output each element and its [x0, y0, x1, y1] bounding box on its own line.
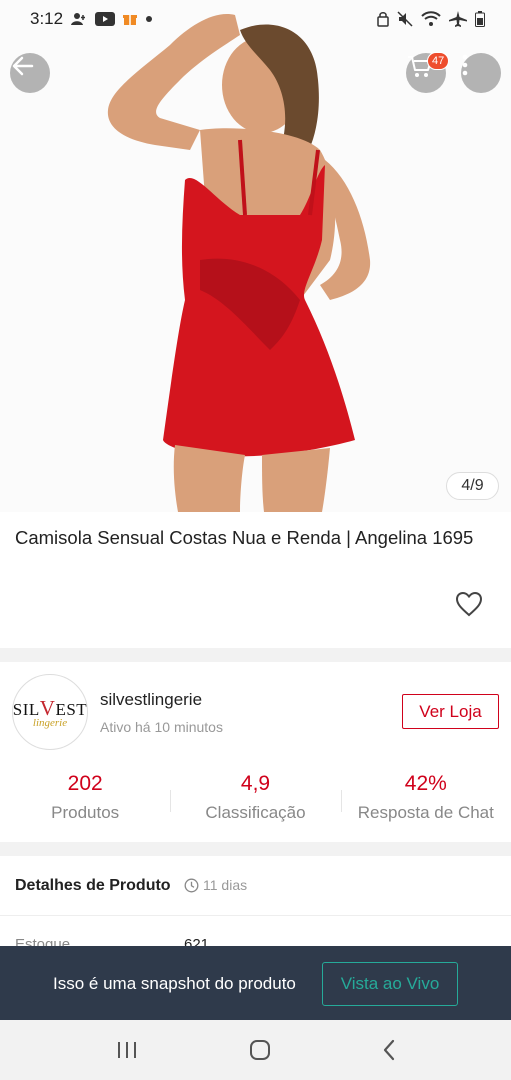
- snapshot-banner: Isso é uma snapshot do produto Vista ao …: [0, 946, 511, 1020]
- status-bar: 3:12: [0, 0, 511, 38]
- stat-value: 42%: [404, 772, 447, 795]
- airplane-icon: [449, 11, 467, 27]
- details-time: 11 dias: [184, 877, 247, 893]
- status-time: 3:12: [30, 9, 64, 28]
- more-vertical-icon: [462, 54, 468, 76]
- stat-label: Resposta de Chat: [357, 803, 494, 822]
- shop-name[interactable]: silvestlingerie: [100, 690, 202, 710]
- dot-icon: [146, 16, 153, 22]
- stat-rating[interactable]: 4,9 Classificação: [170, 770, 340, 830]
- battery-icon: [475, 11, 485, 27]
- image-counter: 4/9: [446, 472, 499, 500]
- mute-icon: [397, 11, 413, 27]
- details-time-text: 11 dias: [203, 877, 248, 893]
- shop-logo[interactable]: SILVEST lingerie: [12, 674, 88, 750]
- stat-chat-response[interactable]: 42% Resposta de Chat: [340, 770, 511, 830]
- stat-label: Classificação: [205, 803, 306, 822]
- divider: [0, 915, 511, 916]
- heart-icon[interactable]: [455, 591, 483, 617]
- view-live-button[interactable]: Vista ao Vivo: [322, 962, 458, 1006]
- youtube-icon: [95, 12, 116, 26]
- shop-logo-subtext: lingerie: [32, 716, 68, 729]
- shop-status: Ativo há 10 minutos: [100, 719, 223, 735]
- more-options-button[interactable]: [461, 53, 501, 93]
- clock-icon: [184, 878, 199, 892]
- shop-section: SILVEST lingerie silvestlingerie Ativo h…: [0, 662, 511, 842]
- stat-value: 202: [67, 772, 103, 795]
- product-image[interactable]: 47 4/9: [0, 0, 511, 512]
- cart-count-badge: 47: [427, 52, 450, 70]
- wifi-icon: [421, 11, 441, 26]
- shop-stats: 202 Produtos 4,9 Classificação 42% Respo…: [0, 770, 511, 830]
- gift-icon: [123, 15, 138, 25]
- stat-products[interactable]: 202 Produtos: [0, 770, 170, 830]
- back-button[interactable]: [10, 53, 50, 93]
- arrow-left-icon: [12, 56, 34, 76]
- stat-label: Produtos: [51, 803, 120, 822]
- visit-shop-button[interactable]: Ver Loja: [402, 694, 499, 729]
- snapshot-message: Isso é uma snapshot do produto: [53, 974, 296, 993]
- product-title-section: Camisola Sensual Costas Nua e Renda | An…: [0, 512, 511, 648]
- person-icon: [71, 13, 86, 25]
- recent-apps-icon[interactable]: [116, 1040, 138, 1060]
- product-details-section: Detalhes de Produto 11 dias Estoque 621: [0, 856, 511, 956]
- stat-value: 4,9: [240, 772, 271, 795]
- back-nav-icon[interactable]: [382, 1039, 396, 1061]
- product-title: Camisola Sensual Costas Nua e Renda | An…: [15, 527, 474, 548]
- lock-icon: [377, 12, 389, 27]
- system-nav-bar: [0, 1020, 511, 1080]
- details-title: Detalhes de Produto: [15, 877, 171, 894]
- home-icon[interactable]: [249, 1039, 271, 1061]
